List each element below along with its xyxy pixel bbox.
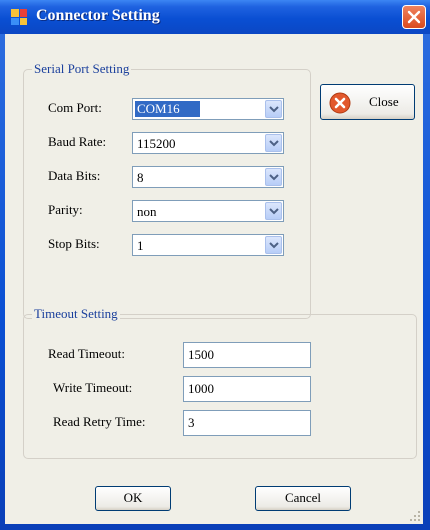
serial-port-group: Serial Port Setting Com Port: COM16 Baud… bbox=[23, 61, 311, 319]
com-port-select[interactable]: COM16 bbox=[132, 98, 284, 120]
com-port-label: Com Port: bbox=[48, 100, 102, 115]
window-title: Connector Setting bbox=[36, 7, 160, 24]
baud-rate-label: Baud Rate: bbox=[48, 134, 107, 149]
data-bits-label: Data Bits: bbox=[48, 168, 101, 183]
data-bits-value: 8 bbox=[137, 170, 144, 185]
cancel-button[interactable]: Cancel bbox=[255, 486, 351, 511]
dropdown-arrow-icon[interactable] bbox=[265, 236, 282, 254]
ok-button[interactable]: OK bbox=[95, 486, 171, 511]
connector-setting-window: Connector Setting Serial Port Setting Co… bbox=[0, 0, 430, 530]
read-timeout-value: 1500 bbox=[188, 347, 214, 362]
data-bits-select[interactable]: 8 bbox=[132, 166, 284, 188]
dialog-body: Serial Port Setting Com Port: COM16 Baud… bbox=[5, 34, 423, 524]
read-timeout-label: Read Timeout: bbox=[48, 346, 125, 361]
write-timeout-input[interactable]: 1000 bbox=[183, 376, 311, 402]
read-timeout-input[interactable]: 1500 bbox=[183, 342, 311, 368]
stop-bits-value: 1 bbox=[137, 238, 144, 253]
stop-bits-select[interactable]: 1 bbox=[132, 234, 284, 256]
serial-port-group-title: Serial Port Setting bbox=[32, 61, 132, 77]
dropdown-arrow-icon[interactable] bbox=[265, 168, 282, 186]
parity-label: Parity: bbox=[48, 202, 83, 217]
parity-value: non bbox=[137, 204, 157, 219]
com-port-value: COM16 bbox=[135, 101, 200, 117]
title-bar[interactable]: Connector Setting bbox=[0, 0, 430, 34]
parity-select[interactable]: non bbox=[132, 200, 284, 222]
read-retry-time-label: Read Retry Time: bbox=[53, 414, 146, 429]
close-button[interactable]: Close bbox=[320, 84, 415, 120]
window-close-button[interactable] bbox=[402, 5, 426, 29]
timeout-group-title: Timeout Setting bbox=[32, 306, 120, 322]
close-x-icon bbox=[407, 10, 421, 24]
stop-bits-label: Stop Bits: bbox=[48, 236, 100, 251]
timeout-group: Timeout Setting Read Timeout: 1500 Write… bbox=[23, 306, 417, 459]
dropdown-arrow-icon[interactable] bbox=[265, 134, 282, 152]
close-button-label: Close bbox=[369, 94, 399, 109]
write-timeout-value: 1000 bbox=[188, 381, 214, 396]
baud-rate-value: 115200 bbox=[137, 136, 176, 151]
read-retry-time-input[interactable]: 3 bbox=[183, 410, 311, 436]
write-timeout-label: Write Timeout: bbox=[53, 380, 133, 395]
app-icon bbox=[11, 9, 27, 25]
dropdown-arrow-icon[interactable] bbox=[265, 100, 282, 118]
resize-grip-icon[interactable] bbox=[409, 510, 421, 522]
read-retry-time-value: 3 bbox=[188, 415, 195, 430]
close-circle-icon bbox=[329, 92, 351, 114]
baud-rate-select[interactable]: 115200 bbox=[132, 132, 284, 154]
dropdown-arrow-icon[interactable] bbox=[265, 202, 282, 220]
